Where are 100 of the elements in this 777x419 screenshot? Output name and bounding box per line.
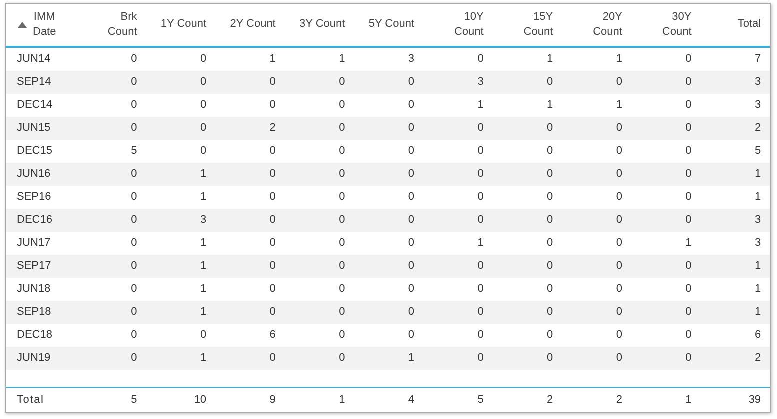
table-cell-text: 0 [546, 283, 554, 296]
table-cell-text: 0 [130, 168, 138, 180]
table-cell-text: 0 [615, 283, 624, 296]
table-cell-text: 0 [546, 168, 554, 180]
table-cell-text: 0 [546, 76, 554, 88]
total-cell-text: 5 [476, 394, 485, 406]
table-cell-text: 0 [615, 145, 624, 158]
table-cell-text: JUN15 [16, 122, 52, 134]
table-cell-text: 0 [130, 99, 138, 112]
table-cell-text: 1 [338, 53, 346, 66]
table-cell-text: 0 [338, 76, 346, 88]
column-header[interactable]: 1Y Count [145, 4, 215, 46]
table-cell-text: 0 [407, 260, 416, 272]
table-cell-text: 0 [199, 145, 208, 158]
column-header[interactable]: 5Y Count [353, 4, 422, 46]
table-cell-text: 0 [684, 191, 693, 204]
table-cell-text: 0 [268, 145, 277, 158]
table-cell-text: 1 [754, 306, 762, 318]
table-cell-text: 0 [130, 260, 138, 272]
table-cell-text: SEP17 [16, 260, 52, 272]
total-cell-text: 2 [546, 394, 554, 406]
total-cell-text: 1 [684, 394, 693, 406]
table-cell-text: 1 [407, 352, 416, 364]
table-cell-text: 3 [476, 76, 485, 88]
table-cell-text: 3 [754, 99, 762, 112]
table-cell-text: 0 [407, 122, 416, 134]
table-cell-text: 0 [130, 283, 138, 296]
table-cell-text: 0 [476, 283, 485, 296]
table-cell-text: 0 [546, 122, 554, 134]
column-header[interactable]: 15Y Count [492, 4, 562, 46]
table-cell-text: 0 [268, 76, 277, 88]
table-cell-text: 0 [338, 145, 346, 158]
table-cell-text: 0 [338, 306, 346, 318]
table-cell-text: 0 [615, 352, 624, 364]
table-cell-text: 0 [268, 352, 277, 364]
total-cell-text: 2 [615, 394, 624, 406]
column-header[interactable]: 20Y Count [561, 4, 630, 46]
column-header[interactable]: Brk Count [76, 4, 146, 46]
table-cell-text: 0 [130, 53, 138, 66]
total-cell-text: 1 [338, 394, 346, 406]
column-header[interactable]: 2Y Count [214, 4, 284, 46]
table-cell-text: 2 [754, 352, 762, 364]
table-cell-text: 0 [476, 53, 485, 66]
table-cell-text: 0 [546, 260, 554, 272]
table-cell-text: 1 [199, 168, 208, 180]
table-cell-text: 0 [615, 122, 624, 134]
table-cell-text: 0 [130, 306, 138, 318]
table-cell-text: 0 [407, 329, 416, 342]
table-cell-text: 1 [199, 352, 208, 364]
table-cell-text: 0 [684, 329, 693, 342]
table-cell-text: 0 [199, 122, 208, 134]
table-cell-text: 0 [130, 76, 138, 88]
table-cell-text: 0 [199, 76, 208, 88]
table-cell-text: 0 [546, 214, 554, 226]
table-cell-text: 1 [546, 53, 554, 66]
table-cell-text: 0 [407, 283, 416, 296]
column-header[interactable]: Total [700, 4, 770, 46]
table-cell-text: 0 [338, 122, 346, 134]
table-cell-text: 6 [268, 329, 277, 342]
table-cell-text: 0 [338, 168, 346, 180]
table-cell-text: 0 [130, 191, 138, 204]
table-cell-text: 1 [199, 306, 208, 318]
table-cell-text: 0 [268, 260, 277, 272]
table-cell-text: 1 [615, 53, 624, 66]
table-cell-text: 0 [546, 237, 554, 250]
table-cell-text: JUN16 [16, 168, 52, 180]
table-cell-text: 0 [338, 99, 346, 112]
table-cell-text: 0 [684, 306, 693, 318]
table-cell-text: 0 [338, 237, 346, 250]
table-cell-text: 0 [338, 329, 346, 342]
table-cell-text: 5 [754, 145, 762, 158]
table-cell-text: 0 [407, 145, 416, 158]
table-cell-text: 0 [476, 122, 485, 134]
table-cell-text: 0 [407, 306, 416, 318]
table-cell-text: 0 [130, 122, 138, 134]
table-cell-text: 0 [407, 237, 416, 250]
table-cell-text: 0 [268, 306, 277, 318]
table-cell-text: 2 [268, 122, 277, 134]
table-cell-text: 0 [684, 214, 693, 226]
table-cell-text: 0 [476, 306, 485, 318]
table-cell-text: SEP16 [16, 191, 52, 204]
table-cell-text: 0 [684, 260, 693, 272]
column-header[interactable]: 30Y Count [630, 4, 700, 46]
table-cell-text: SEP14 [16, 76, 52, 88]
column-header[interactable]: IMM Date [7, 4, 76, 46]
table-cell-text: 0 [615, 214, 624, 226]
table-cell-text: 1 [754, 283, 762, 296]
table-cell-text: 1 [268, 53, 277, 66]
table-cell-text: 0 [268, 168, 277, 180]
table-cell-text: 0 [130, 329, 138, 342]
table-cell-text: DEC15 [16, 145, 54, 158]
column-header[interactable]: 10Y Count [422, 4, 492, 46]
table-cell-text: 1 [199, 260, 208, 272]
table-cell-text: 0 [199, 99, 208, 112]
table-cell-text: 0 [407, 168, 416, 180]
table-cell-text: JUN17 [16, 237, 52, 250]
table-cell-text: 1 [199, 191, 208, 204]
table-cell-text: 5 [130, 145, 138, 158]
table-cell-text: 0 [338, 352, 346, 364]
column-header[interactable]: 3Y Count [284, 4, 354, 46]
